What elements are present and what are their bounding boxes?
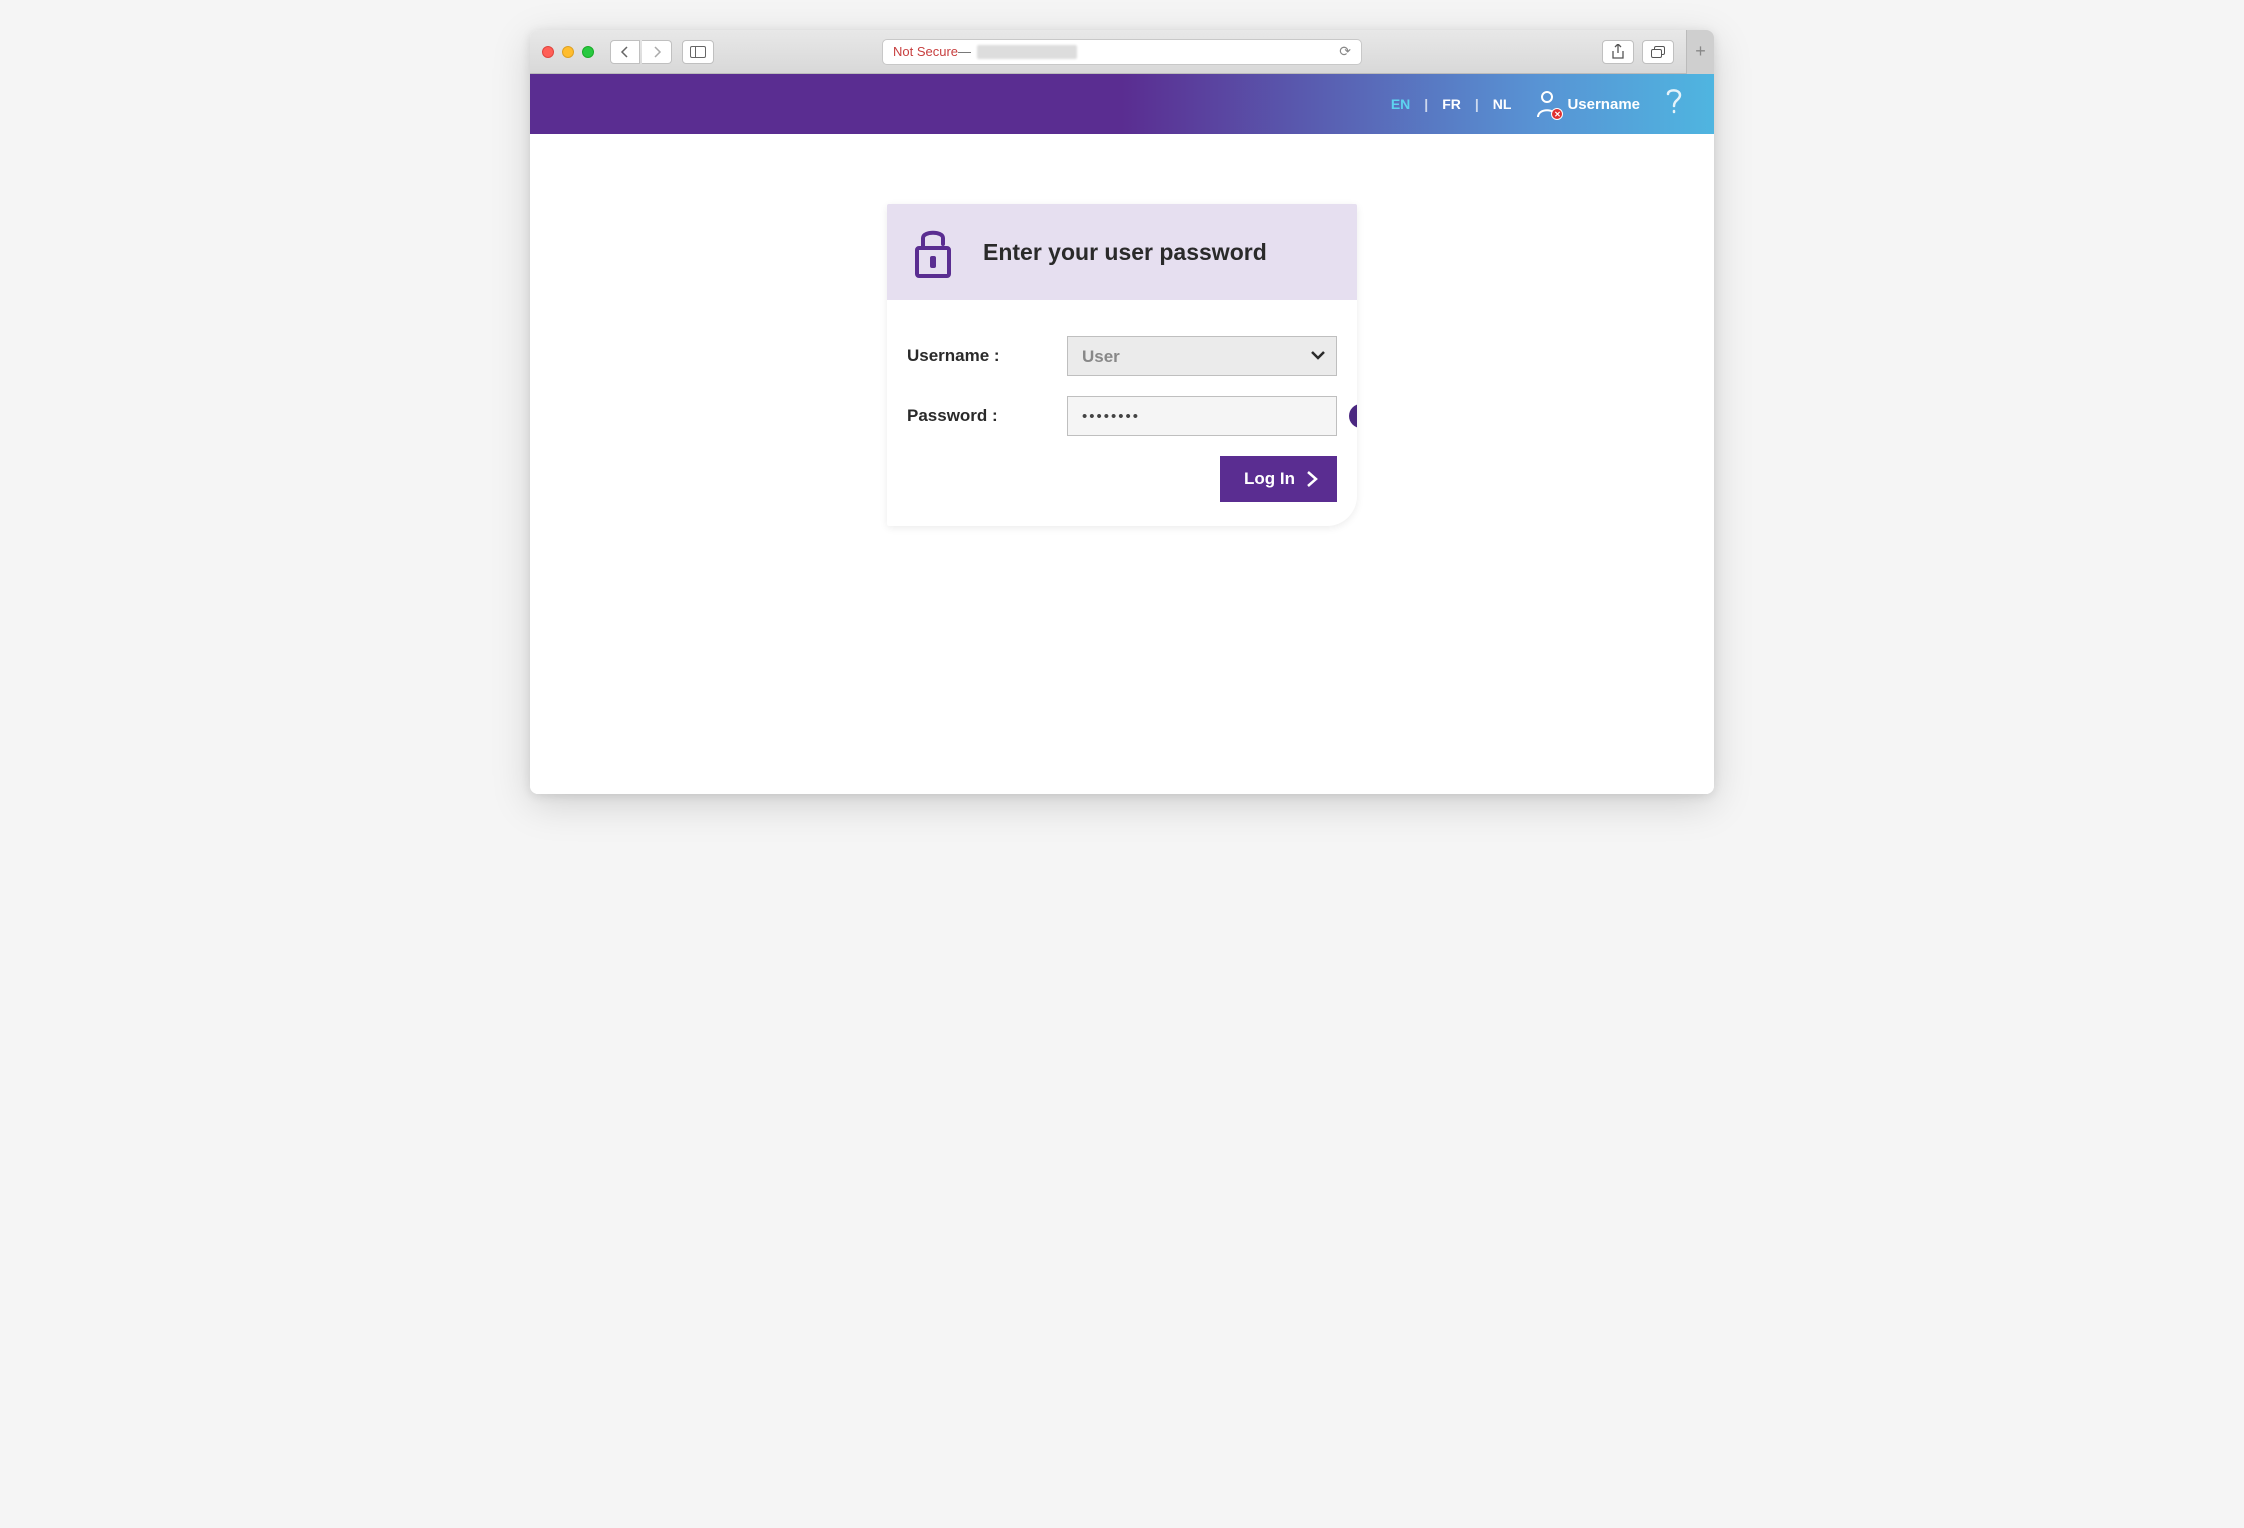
address-bar[interactable]: Not Secure — ⟳ bbox=[882, 39, 1362, 65]
navigation-buttons bbox=[610, 40, 672, 64]
lang-separator: | bbox=[1475, 96, 1479, 112]
password-input[interactable] bbox=[1067, 396, 1337, 436]
username-select[interactable]: User bbox=[1067, 336, 1337, 376]
back-button[interactable] bbox=[610, 40, 640, 64]
user-info[interactable]: ✕ Username bbox=[1535, 90, 1640, 118]
security-status: Not Secure bbox=[893, 44, 958, 59]
login-button[interactable]: Log In bbox=[1220, 456, 1337, 502]
new-tab-button[interactable]: + bbox=[1686, 30, 1714, 74]
username-control-wrap: User bbox=[1067, 336, 1337, 376]
language-switcher: EN | FR | NL bbox=[1391, 96, 1512, 112]
tabs-button[interactable] bbox=[1642, 40, 1674, 64]
share-button[interactable] bbox=[1602, 40, 1634, 64]
sidebar-toggle-button[interactable] bbox=[682, 40, 714, 64]
forward-button[interactable] bbox=[642, 40, 672, 64]
url-separator: — bbox=[958, 44, 971, 59]
content-area: Enter your user password Username : User bbox=[530, 134, 1714, 794]
url-redacted bbox=[977, 45, 1077, 59]
password-row: Password : ? bbox=[907, 396, 1337, 436]
chevron-right-icon bbox=[1305, 470, 1319, 488]
lang-en[interactable]: EN bbox=[1391, 96, 1410, 112]
lang-fr[interactable]: FR bbox=[1442, 96, 1461, 112]
card-body: Username : User Password : ? bbox=[887, 300, 1357, 526]
button-row: Log In bbox=[907, 456, 1337, 502]
password-help-icon[interactable]: ? bbox=[1349, 404, 1357, 428]
reload-icon[interactable]: ⟳ bbox=[1339, 43, 1351, 60]
user-icon: ✕ bbox=[1535, 90, 1559, 118]
password-control-wrap: ? bbox=[1067, 396, 1337, 436]
browser-window: Not Secure — ⟳ + EN | FR | NL bbox=[530, 30, 1714, 794]
card-title: Enter your user password bbox=[983, 239, 1267, 266]
toolbar-right: + bbox=[1602, 40, 1702, 64]
password-label: Password : bbox=[907, 406, 1067, 426]
help-icon[interactable] bbox=[1664, 86, 1684, 123]
close-window-button[interactable] bbox=[542, 46, 554, 58]
window-controls bbox=[542, 46, 594, 58]
username-row: Username : User bbox=[907, 336, 1337, 376]
minimize-window-button[interactable] bbox=[562, 46, 574, 58]
lang-nl[interactable]: NL bbox=[1493, 96, 1512, 112]
browser-toolbar: Not Secure — ⟳ + bbox=[530, 30, 1714, 74]
username-label: Username bbox=[1567, 96, 1640, 113]
page-header: EN | FR | NL ✕ Username bbox=[530, 74, 1714, 134]
maximize-window-button[interactable] bbox=[582, 46, 594, 58]
card-header: Enter your user password bbox=[887, 204, 1357, 300]
username-label: Username : bbox=[907, 346, 1067, 366]
lang-separator: | bbox=[1424, 96, 1428, 112]
login-card: Enter your user password Username : User bbox=[887, 204, 1357, 526]
lock-icon bbox=[911, 224, 955, 280]
logout-badge-icon: ✕ bbox=[1551, 108, 1563, 120]
login-button-label: Log In bbox=[1244, 469, 1295, 489]
